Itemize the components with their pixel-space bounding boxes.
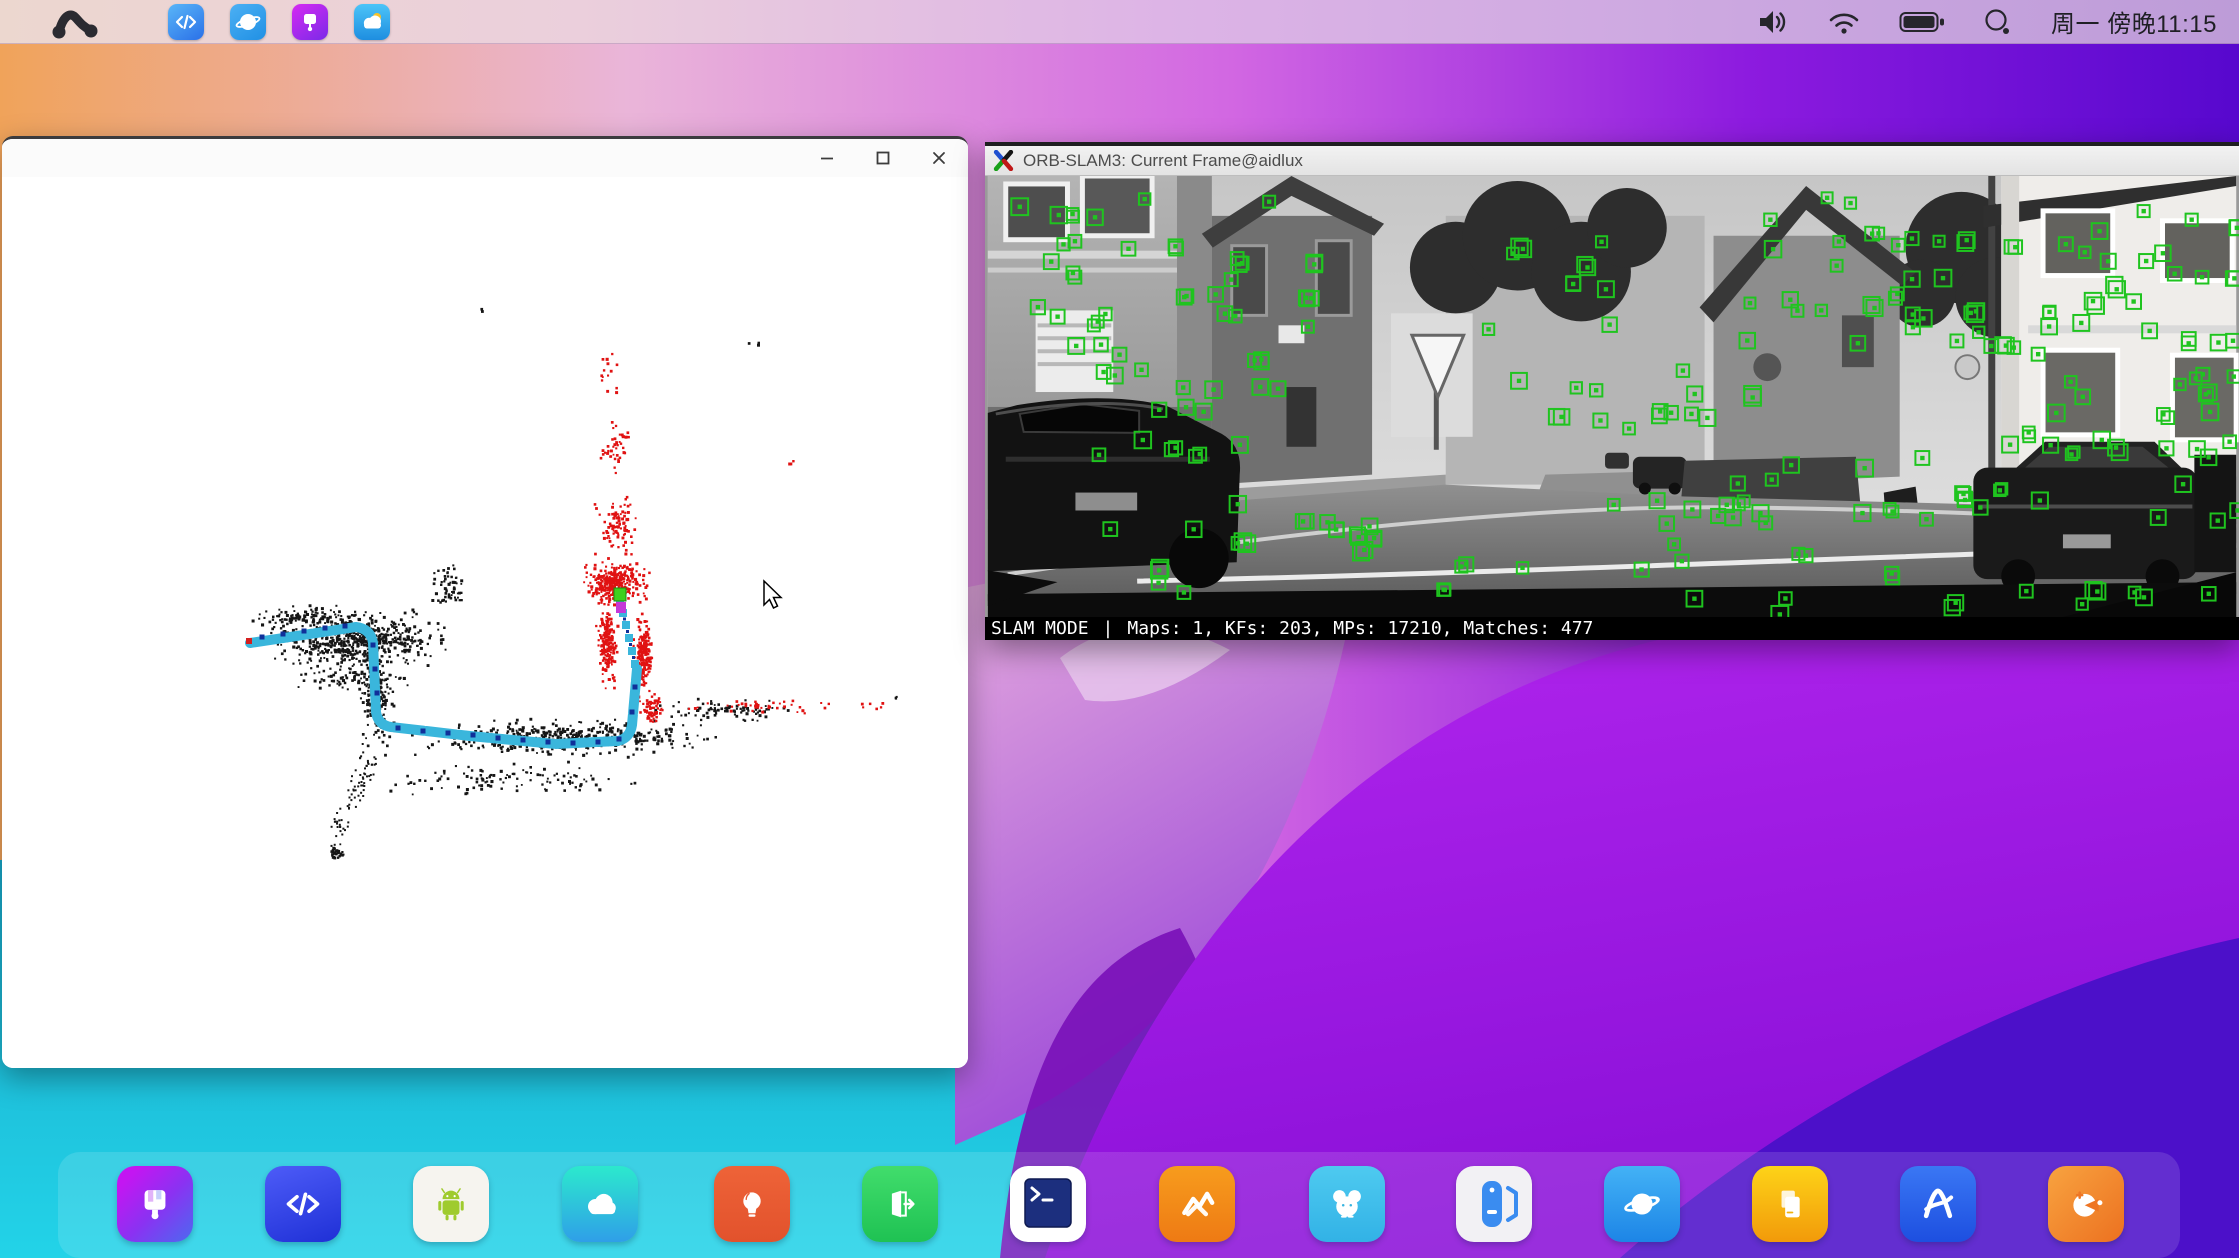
code-glyph [174,10,198,34]
maximize-icon [874,149,892,167]
w-chevrons-glyph [1173,1180,1221,1228]
dock-game-icon[interactable] [2048,1166,2124,1242]
menubar-status-area: 周一 傍晚11:15 [1757,4,2217,39]
exit-door-glyph [878,1182,922,1226]
planet-glyph [1617,1179,1667,1229]
files-glyph [1767,1181,1813,1227]
dock-mouse-icon[interactable] [1309,1166,1385,1242]
orb-status-bar: SLAM MODE | Maps: 1, KFs: 203, MPs: 1721… [985,617,2239,640]
satellite-dish [1955,355,1979,379]
camera-frame [985,176,2239,617]
menubar-code-icon[interactable] [168,4,204,40]
foreground-car [988,398,1240,588]
map-points-layer [252,308,898,860]
orb-titlebar[interactable]: ORB-SLAM3: Current Frame@aidlux [985,146,2239,176]
wifi-icon[interactable] [1827,8,1861,36]
current-frame-marker [614,588,626,613]
menubar-weather-icon[interactable] [354,4,390,40]
dock-lightbulb-icon[interactable] [714,1166,790,1242]
clock: 周一 傍晚11:15 [2051,4,2217,39]
slam-point-cloud [2,177,968,1068]
lightbulb-glyph [730,1182,774,1226]
maximize-button[interactable] [868,143,898,173]
paint-glyph [298,10,322,34]
slam-map-window [2,136,968,1068]
map-window-titlebar[interactable] [2,139,968,177]
close-icon [930,149,948,167]
dock-browser-icon[interactable] [1604,1166,1680,1242]
map-viewport[interactable] [2,177,968,1068]
yield-sign-wall [1391,313,1473,449]
paint-glyph [133,1182,177,1226]
orb-slam3-window: ORB-SLAM3: Current Frame@aidlux [985,142,2239,640]
status-separator: | [1103,618,1114,639]
weather-glyph [359,9,385,35]
center-house [1202,176,1384,485]
game-glyph [2062,1180,2110,1228]
planet-glyph [235,9,261,35]
orb-window-title: ORB-SLAM3: Current Frame@aidlux [1023,151,1303,171]
dock-device-icon[interactable] [1456,1166,1532,1242]
dock-android-icon[interactable] [413,1166,489,1242]
device-glyph [1456,1166,1532,1242]
menubar-paint-icon[interactable] [292,4,328,40]
aidlux-logo[interactable] [50,4,102,40]
terminal-glyph [1010,1166,1086,1242]
code-glyph [280,1181,326,1227]
camera-scene [985,176,2239,617]
a-letter-glyph [1913,1179,1963,1229]
minimize-icon [818,149,836,167]
dock-files-icon[interactable] [1752,1166,1828,1242]
mouse-cursor [764,581,781,608]
dock-paint-icon[interactable] [117,1166,193,1242]
menubar-planet-icon[interactable] [230,4,266,40]
cloud-glyph [576,1180,624,1228]
x11-icon [993,150,1014,171]
menu-bar: 周一 傍晚11:15 [0,0,2239,44]
dock-appstore-icon[interactable] [1900,1166,1976,1242]
close-button[interactable] [924,143,954,173]
mouse-glyph [1323,1180,1371,1228]
volume-icon[interactable] [1757,7,1789,37]
dock-terminal-icon[interactable] [1010,1166,1086,1242]
minimize-button[interactable] [812,143,842,173]
dock [0,1166,2239,1246]
search-icon[interactable] [1983,7,2013,37]
desktop: 周一 傍晚11:15 [0,0,2239,1258]
dock-code-icon[interactable] [265,1166,341,1242]
dock-office-icon[interactable] [1159,1166,1235,1242]
dock-exit-icon[interactable] [862,1166,938,1242]
status-mode: SLAM MODE [991,618,1089,639]
android-glyph [428,1181,474,1227]
status-stats: Maps: 1, KFs: 203, MPs: 17210, Matches: … [1127,618,1593,639]
trajectory-path [250,627,637,744]
battery-icon[interactable] [1899,10,1945,34]
dock-cloud-icon[interactable] [562,1166,638,1242]
